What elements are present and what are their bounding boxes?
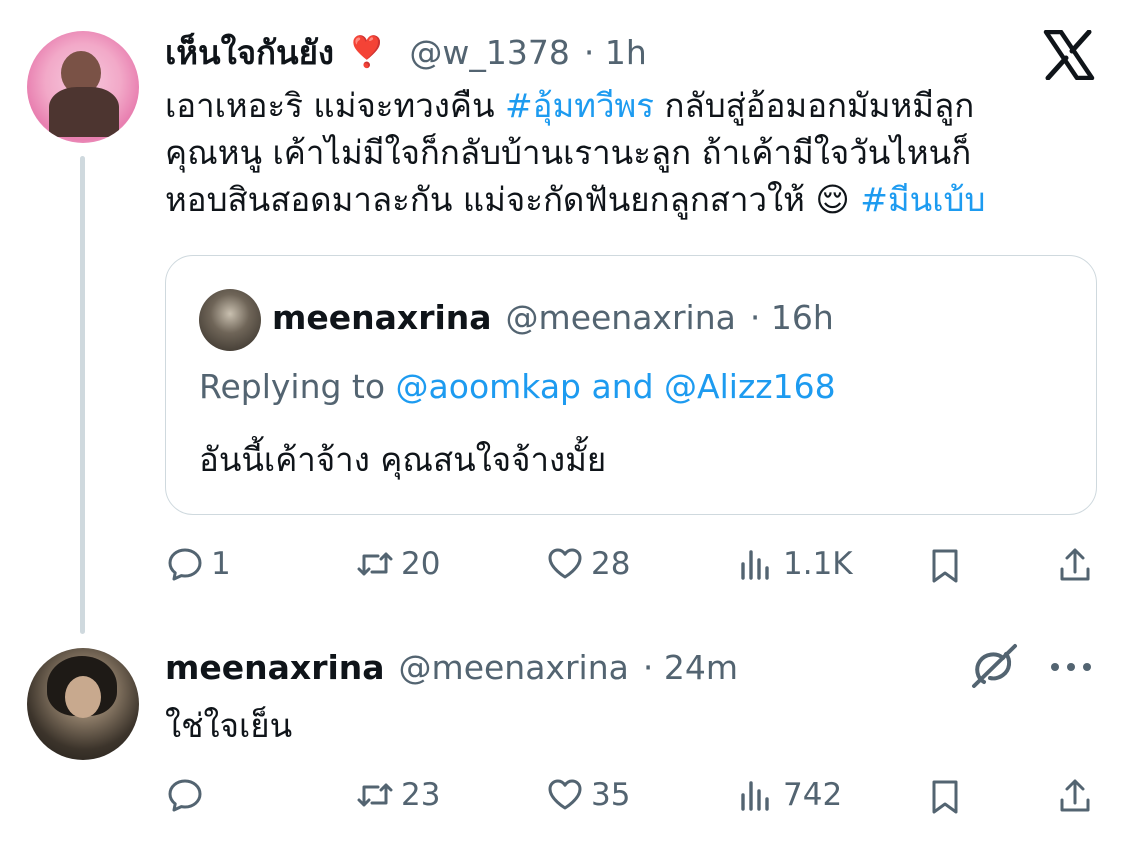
grok-icon[interactable] [968, 642, 1020, 692]
replying-to: Replying to @aoomkap and @Alizz168 [199, 367, 836, 406]
like-icon [548, 779, 582, 810]
quoted-display-name: meenaxrina [272, 298, 492, 337]
avatar[interactable] [27, 31, 139, 143]
more-icon[interactable] [1048, 657, 1094, 677]
timestamp[interactable]: · 24m [643, 648, 738, 687]
thread-line [80, 156, 85, 634]
retweet-button[interactable]: 20 [355, 544, 440, 584]
retweet-icon [357, 783, 393, 807]
user-handle[interactable]: @w_1378 [409, 33, 569, 72]
tweet-text: เอาเหอะริ แม่จะทวงคืน #อุ้มทวีพร กลับสู่… [165, 86, 986, 219]
reply-icon [168, 779, 202, 812]
tweet-header: เห็นใจกันยัง ❣️ @w_1378 · 1h [165, 26, 647, 79]
name-emoji: ❣️ [348, 35, 386, 70]
quoted-timestamp: · 16h [749, 298, 834, 337]
share-icon[interactable] [1055, 545, 1095, 585]
quoted-avatar [199, 289, 261, 351]
retweet-button[interactable]: 23 [355, 775, 440, 815]
bookmark-icon[interactable] [925, 546, 965, 586]
bookmark-icon[interactable] [925, 777, 965, 817]
display-name[interactable]: meenaxrina [165, 648, 385, 687]
user-handle[interactable]: @meenaxrina [399, 648, 629, 687]
emoji: 😌 [815, 180, 850, 219]
share-icon[interactable] [1055, 776, 1095, 816]
like-icon [548, 548, 582, 579]
replying-users-link[interactable]: @aoomkap and @Alizz168 [396, 367, 836, 406]
like-button[interactable]: 35 [545, 775, 630, 815]
hashtag-link[interactable]: #มีนเบ้บ [850, 180, 985, 219]
timestamp[interactable]: · 1h [584, 33, 647, 72]
views-button[interactable]: 742 [737, 775, 842, 815]
views-button[interactable]: 1.1K [737, 544, 853, 584]
display-name[interactable]: เห็นใจกันยัง [165, 26, 334, 79]
x-logo-icon[interactable] [1043, 30, 1095, 80]
reply-button[interactable] [165, 775, 211, 815]
reply-icon [168, 548, 202, 581]
quoted-handle: @meenaxrina [505, 298, 736, 337]
quoted-text: อันนี้เค้าจ้าง คุณสนใจจ้างมั้ย [199, 440, 607, 479]
views-icon [741, 781, 769, 811]
avatar[interactable] [27, 648, 139, 760]
reply-button[interactable]: 1 [165, 544, 231, 584]
tweet-header: meenaxrina @meenaxrina · 24m [165, 648, 738, 687]
like-button[interactable]: 28 [545, 544, 630, 584]
tweet-text: ใช่ใจเย็น [165, 706, 293, 745]
views-icon [741, 550, 769, 580]
quoted-header: meenaxrina @meenaxrina · 16h [272, 298, 834, 337]
retweet-icon [357, 552, 393, 576]
hashtag-link[interactable]: #อุ้มทวีพร [505, 86, 654, 125]
